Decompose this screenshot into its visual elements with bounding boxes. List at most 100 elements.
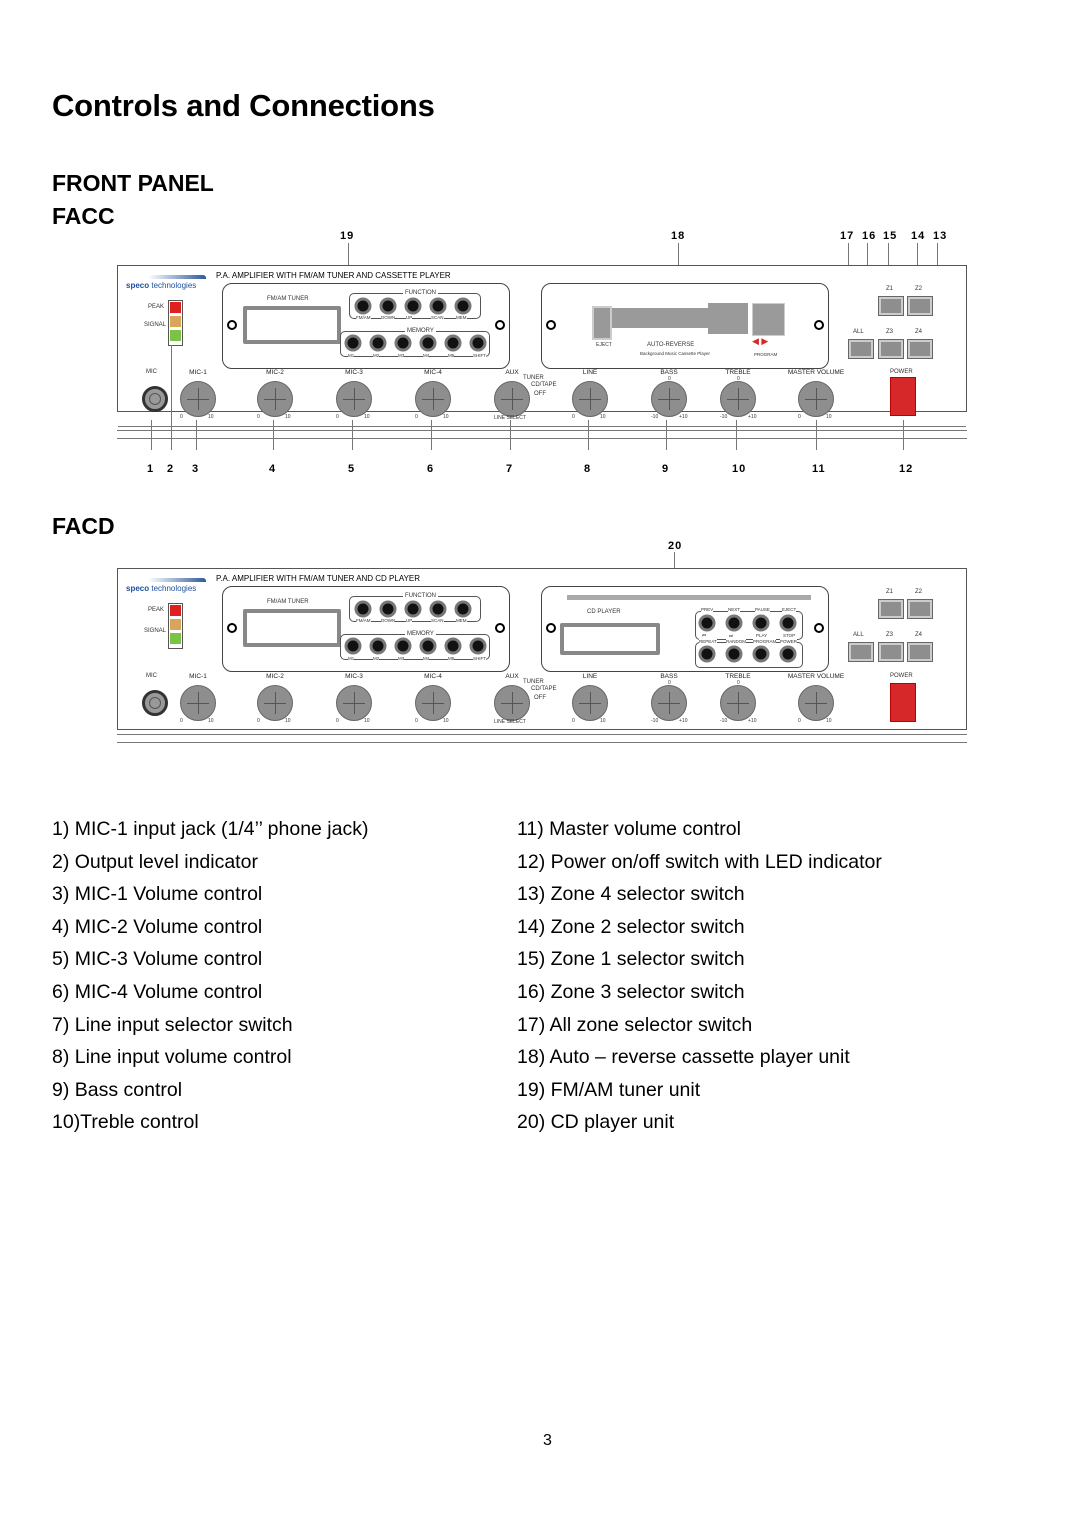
memory-m5-button[interactable] [444, 637, 462, 655]
program-label: PROGRAM [754, 352, 778, 357]
line-select-knob[interactable] [494, 685, 530, 721]
memory-m5-button[interactable] [444, 334, 462, 352]
zone-1-switch[interactable] [878, 599, 904, 619]
callout-3: 3 [192, 463, 200, 475]
legend-item: 17) All zone selector switch [517, 1013, 753, 1036]
mic-1-volume-knob[interactable] [180, 381, 216, 417]
cd-repeat-button[interactable] [698, 645, 716, 663]
speco-logo: speco technologies [126, 584, 197, 593]
scale-min-label: 0 [572, 414, 575, 420]
master-volume-knob[interactable] [798, 685, 834, 721]
memory-m4-button[interactable] [419, 637, 437, 655]
treble-knob[interactable] [720, 685, 756, 721]
mic-3-volume-knob[interactable] [336, 381, 372, 417]
treble-knob[interactable] [720, 381, 756, 417]
memory-m1-button[interactable] [344, 637, 362, 655]
zone-2-switch[interactable] [907, 599, 933, 619]
tuner-up-button[interactable] [404, 297, 422, 315]
eject-button[interactable] [592, 306, 612, 340]
tuner-mem-button[interactable] [454, 600, 472, 618]
cd-next-button[interactable] [725, 614, 743, 632]
fm-am-tuner-unit: FM/AM TUNER FUNCTION MEMORY FM/AM DOWN UP S… [222, 586, 510, 672]
legend-item: 1) MIC-1 input jack (1/4’’ phone jack) [52, 818, 369, 840]
memory-m1-button[interactable] [344, 334, 362, 352]
mic-2-volume-label: MIC-2 [266, 673, 284, 680]
zone-3-switch[interactable] [878, 642, 904, 662]
mic-label: MIC [146, 673, 157, 679]
power-label: POWER [890, 673, 913, 679]
line-select-knob[interactable] [494, 381, 530, 417]
zone-3-switch[interactable] [878, 339, 904, 359]
memory-m3-button[interactable] [394, 637, 412, 655]
output-level-indicator [168, 300, 183, 346]
cd-eject-button[interactable] [779, 614, 797, 632]
cd-player-unit: CD PLAYER PREV ⏮ REPEAT NEXT ⏭ RANDOM PAUSE PLA… [541, 586, 829, 672]
tuner-fm-am-button[interactable] [354, 297, 372, 315]
all-zone-switch[interactable] [848, 339, 874, 359]
bass-knob[interactable] [651, 381, 687, 417]
zone-1-switch[interactable] [878, 296, 904, 316]
zone-2-switch[interactable] [907, 296, 933, 316]
cd-power-button[interactable] [779, 645, 797, 663]
memory-m3-button[interactable] [394, 334, 412, 352]
eject-label: EJECT [596, 342, 612, 348]
tuner-down-button[interactable] [379, 297, 397, 315]
mic-2-volume-knob[interactable] [257, 381, 293, 417]
tuner-label: FM/AM TUNER [267, 599, 309, 605]
cd-program-button[interactable] [752, 645, 770, 663]
bass-knob[interactable] [651, 685, 687, 721]
tuner-scan-button[interactable] [429, 600, 447, 618]
mic-input-jack[interactable] [142, 690, 168, 716]
memory-m2-button[interactable] [369, 334, 387, 352]
line-select-label: AUX [505, 673, 519, 680]
memory-button-label: M2 [373, 353, 380, 358]
scale-max-label: 10 [443, 414, 449, 420]
level-led [170, 633, 181, 644]
memory-m2-button[interactable] [369, 637, 387, 655]
cd-prev-button[interactable] [698, 614, 716, 632]
zone-4-switch[interactable] [907, 339, 933, 359]
all-zone-switch[interactable] [848, 642, 874, 662]
mic-4-volume-knob[interactable] [415, 685, 451, 721]
mic-3-volume-knob[interactable] [336, 685, 372, 721]
power-switch[interactable] [890, 377, 916, 416]
mic-1-volume-label: MIC-1 [189, 369, 207, 376]
tuner-up-button[interactable] [404, 600, 422, 618]
program-buttons[interactable] [752, 303, 785, 336]
line-volume-knob[interactable] [572, 685, 608, 721]
master-volume-knob[interactable] [798, 381, 834, 417]
line-volume-knob[interactable] [572, 381, 608, 417]
tuner-down-button[interactable] [379, 600, 397, 618]
scale-min-label: 0 [336, 414, 339, 420]
memory-shift-button[interactable] [469, 637, 487, 655]
memory-shift-button[interactable] [469, 334, 487, 352]
zone-4-switch[interactable] [907, 642, 933, 662]
cd-random-button[interactable] [725, 645, 743, 663]
memory-m4-button[interactable] [419, 334, 437, 352]
cassette-door [612, 308, 708, 328]
memory-button-label: M2 [373, 656, 380, 661]
facd-front-panel: speco technologies P.A. AMPLIFIER WITH F… [117, 568, 967, 730]
tuner-mem-button[interactable] [454, 297, 472, 315]
cd-pause-button[interactable] [752, 614, 770, 632]
scale-min-label: 0 [257, 718, 260, 724]
tuner-fm-am-button[interactable] [354, 600, 372, 618]
auto-reverse-label: AUTO-REVERSE [647, 342, 695, 348]
bass-label: BASS [660, 673, 678, 680]
power-switch[interactable] [890, 683, 916, 722]
callout-1: 1 [147, 463, 155, 475]
callout-11: 11 [812, 463, 826, 475]
legend-item: 5) MIC-3 Volume control [52, 948, 263, 971]
mic-2-volume-knob[interactable] [257, 685, 293, 721]
tuner-scan-button[interactable] [429, 297, 447, 315]
facd-heading: FACD [52, 513, 115, 539]
tuner-label: FM/AM TUNER [267, 296, 309, 302]
screw-icon [227, 320, 237, 330]
power-label: POWER [890, 369, 913, 375]
screw-icon [814, 623, 824, 633]
mic-input-jack[interactable] [142, 386, 168, 412]
mic-4-volume-knob[interactable] [415, 381, 451, 417]
mic-1-volume-knob[interactable] [180, 685, 216, 721]
cd-button-sublabel: PLAY [756, 633, 768, 638]
memory-button-label: M4 [423, 656, 430, 661]
